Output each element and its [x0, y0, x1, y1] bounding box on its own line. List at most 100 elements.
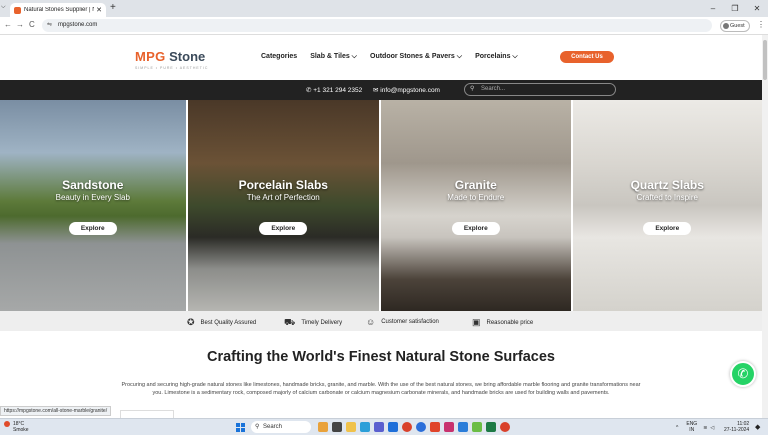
language-indicator[interactable]: ENG IN	[686, 421, 697, 433]
taskbar-search-label: Search	[263, 424, 283, 430]
hero-panel-quartz[interactable]: Quartz Slabs Crafted to Inspire Explore	[572, 100, 763, 311]
tab-menu-icon[interactable]: ⌵	[1, 4, 6, 11]
hero-panel-porcelain[interactable]: Porcelain Slabs The Art of Perfection Ex…	[187, 100, 380, 311]
whatsapp-button[interactable]: ✆	[730, 361, 756, 387]
content-box	[120, 410, 174, 418]
windows-start-icon[interactable]	[236, 423, 245, 432]
lang-bottom: IN	[689, 426, 695, 433]
logo-tagline: SIMPLE • PURE • AESTHETIC	[135, 66, 209, 70]
profile-label: Guest	[730, 23, 745, 29]
mail-icon: ✉	[373, 87, 379, 94]
main-nav: Categories Slab & Tiles ⌵ Outdoor Stones…	[261, 53, 531, 61]
hero-panel-granite[interactable]: Granite Made to Endure Explore	[381, 100, 571, 311]
wifi-icon[interactable]: ≋	[703, 425, 707, 431]
contact-info-bar: ✆ +1 321 294 2352 ✉ info@mpgstone.com ⚲ …	[0, 80, 762, 100]
site-logo[interactable]: MPG Stone SIMPLE • PURE • AESTHETIC	[135, 48, 208, 70]
feature-label: Customer satisfaction	[381, 319, 439, 325]
hero-title: Sandstone	[62, 178, 124, 192]
explore-button[interactable]: Explore	[259, 222, 308, 235]
site-search-input[interactable]: ⚲ Search...	[464, 83, 616, 96]
back-button[interactable]: ←	[4, 20, 12, 29]
window-controls: – ❐ ✕	[702, 0, 768, 17]
chrome-icon[interactable]	[500, 422, 510, 432]
volume-icon[interactable]: ◁	[710, 425, 714, 431]
badge-icon: ✪	[187, 317, 195, 327]
feature-item: ☺ Customer satisfaction	[366, 317, 439, 327]
system-tray: ^ ENG IN ≋ ◁	[676, 421, 714, 433]
app-icon[interactable]	[332, 422, 342, 432]
scrollbar-thumb[interactable]	[763, 40, 767, 80]
truck-icon: ⛟	[284, 317, 296, 327]
minimize-button[interactable]: –	[702, 0, 724, 17]
explore-button[interactable]: Explore	[68, 222, 117, 235]
notification-icon[interactable]: ◆	[755, 423, 760, 431]
logo-mpg: MPG	[135, 49, 166, 64]
vscode-icon[interactable]	[458, 422, 468, 432]
folder-icon[interactable]	[346, 422, 356, 432]
phone-link[interactable]: ✆ +1 321 294 2352	[306, 86, 362, 94]
weather-desc: Smoke	[13, 427, 29, 433]
hero-title: Granite	[454, 178, 497, 192]
logo-stone: Stone	[165, 49, 206, 64]
store-icon[interactable]	[388, 422, 398, 432]
clock[interactable]: 11:02 27-11-2024	[724, 421, 749, 433]
forward-button[interactable]: →	[16, 20, 24, 29]
search-icon: ⚲	[255, 424, 260, 430]
nav-outdoor-stones[interactable]: Outdoor Stones & Pavers ⌵	[370, 53, 462, 61]
feature-label: Reasonable price	[486, 319, 534, 326]
feature-item: ▣ Reasonable price	[472, 317, 533, 328]
url-text: mpgstone.com	[58, 22, 98, 28]
address-bar-row: ← → C ⇋ mpgstone.com Guest ⋮	[0, 17, 768, 35]
hero-panel-sandstone[interactable]: Sandstone Beauty in Every Slab Explore	[0, 100, 186, 311]
site-info-icon[interactable]: ⇋	[47, 19, 52, 32]
wallet-icon: ▣	[472, 317, 481, 327]
excel-icon[interactable]	[486, 422, 496, 432]
hero-title: Porcelain Slabs	[238, 178, 328, 192]
weather-icon	[4, 421, 10, 427]
nav-porcelains[interactable]: Porcelains ⌵	[475, 53, 518, 61]
link-status-url: https://mpgstone.com/all-stone-marble/gr…	[0, 406, 112, 416]
explore-button[interactable]: Explore	[643, 222, 692, 235]
features-strip: ✪ Best Quality Assured ⛟ Timely Delivery…	[0, 311, 762, 331]
maximize-button[interactable]: ❐	[724, 0, 746, 17]
profile-button[interactable]: Guest	[720, 20, 750, 32]
chrome-icon[interactable]	[402, 422, 412, 432]
profile-icon	[723, 23, 729, 29]
email-link[interactable]: ✉ info@mpgstone.com	[373, 86, 440, 94]
search-icon: ⚲	[470, 86, 475, 92]
browser-tab[interactable]: Natural Stones Supplier | Natu ✕	[10, 3, 106, 17]
app-icon[interactable]	[318, 422, 328, 432]
url-input[interactable]: ⇋ mpgstone.com	[42, 19, 712, 32]
search-placeholder: Search...	[481, 86, 506, 92]
feature-label: Timely Delivery	[301, 320, 343, 326]
favicon-icon	[14, 6, 21, 14]
taskbar-search[interactable]: ⚲ Search	[251, 421, 311, 433]
app-icon[interactable]	[374, 422, 384, 432]
phone-number: +1 321 294 2352	[313, 87, 363, 94]
hero-panels: Sandstone Beauty in Every Slab Explore P…	[0, 100, 763, 311]
nav-slab-tiles[interactable]: Slab & Tiles ⌵	[310, 53, 357, 61]
reload-button[interactable]: C	[29, 20, 35, 29]
close-window-button[interactable]: ✕	[746, 0, 768, 17]
email-address: info@mpgstone.com	[380, 87, 440, 94]
os-taskbar: 18°C Smoke ⚲ Search ^ ENG IN ≋ ◁ 11:02 2…	[0, 418, 768, 435]
edge-icon[interactable]	[360, 422, 370, 432]
whatsapp-icon: ✆	[737, 366, 749, 381]
handshake-icon: ☺	[366, 317, 376, 327]
browser-tab-bar: ⌵ Natural Stones Supplier | Natu ✕ + – ❐…	[0, 0, 768, 17]
chevron-up-icon[interactable]: ^	[676, 425, 678, 431]
explore-button[interactable]: Explore	[451, 222, 500, 235]
weather-widget[interactable]: 18°C Smoke	[4, 421, 29, 433]
page-scrollbar[interactable]	[762, 35, 768, 418]
browser-menu-icon[interactable]: ⋮	[757, 20, 765, 29]
app-icon[interactable]	[416, 422, 426, 432]
new-tab-button[interactable]: +	[110, 2, 116, 13]
app-icon[interactable]	[444, 422, 454, 432]
feature-item: ✪ Best Quality Assured	[187, 317, 256, 328]
tab-close-icon[interactable]: ✕	[96, 6, 102, 14]
tab-title: Natural Stones Supplier | Natu	[24, 7, 94, 13]
nav-categories[interactable]: Categories	[261, 53, 297, 61]
contact-us-button[interactable]: Contact Us	[560, 51, 614, 63]
app-icon[interactable]	[472, 422, 482, 432]
app-icon[interactable]	[430, 422, 440, 432]
